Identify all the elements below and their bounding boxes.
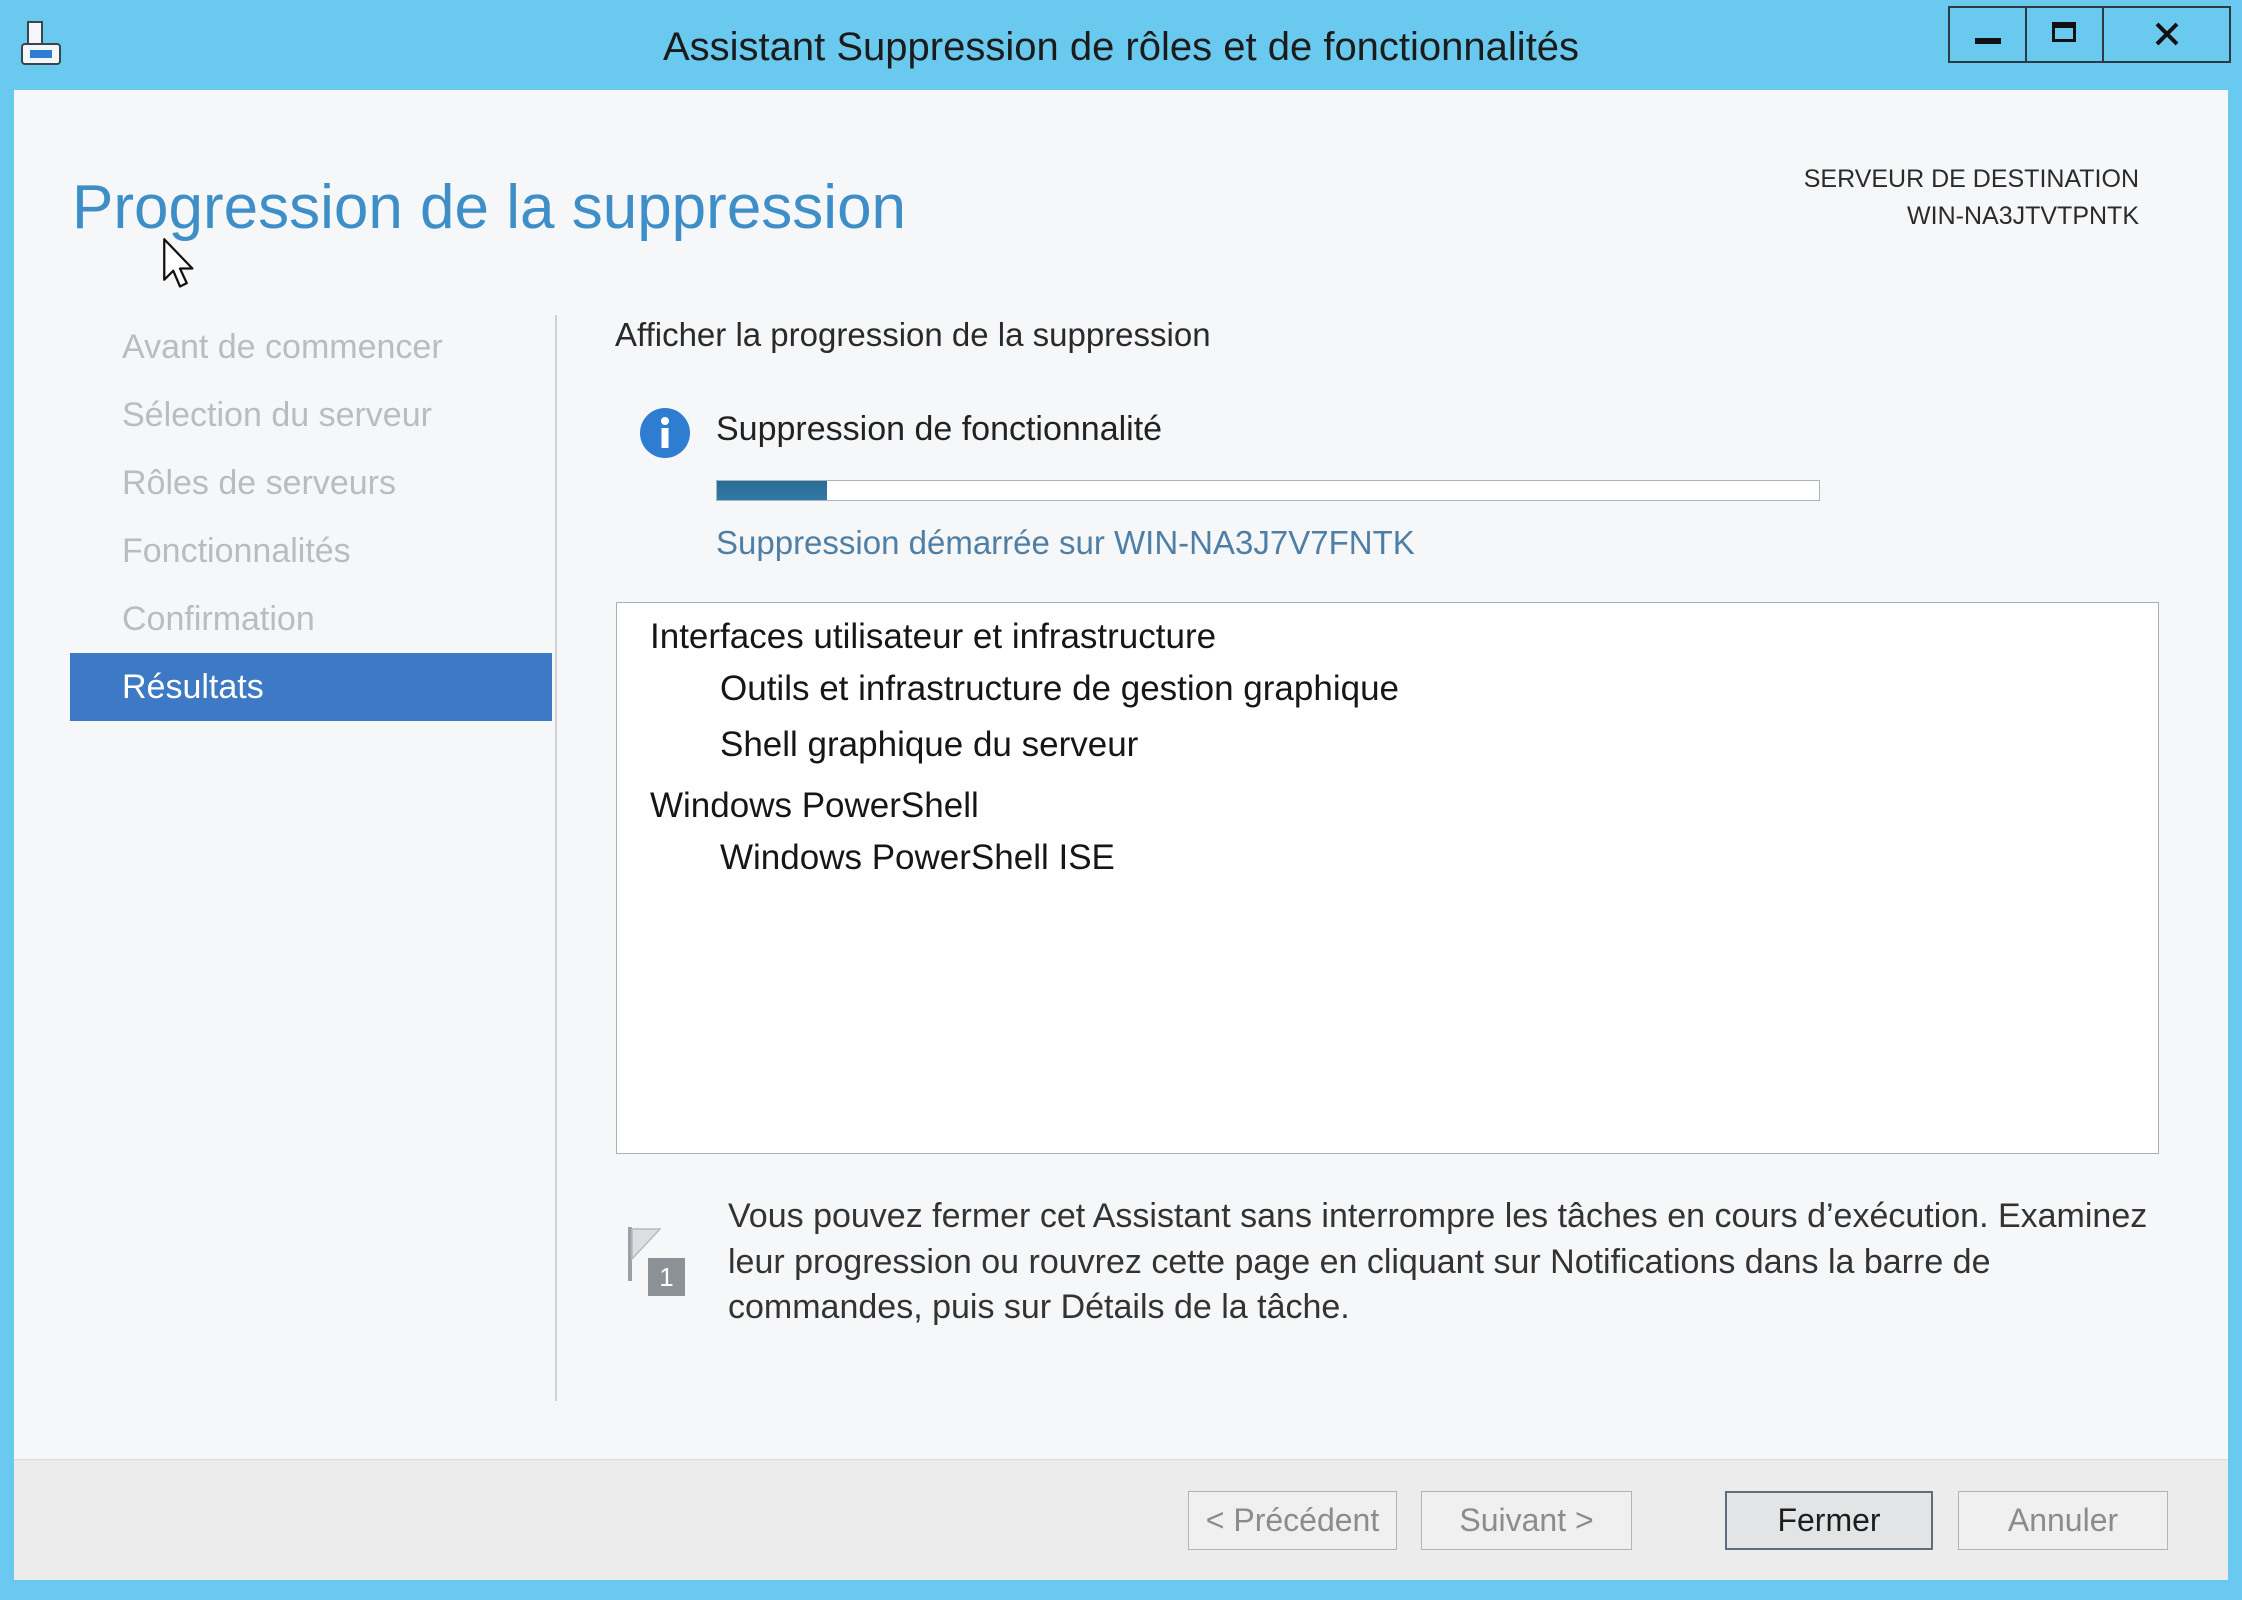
window-title: Assistant Suppression de rôles et de fon…: [662, 25, 1580, 69]
notice-line: leur progression ou rouvrez cette page e…: [728, 1242, 1991, 1281]
notification-flag-icon: 1: [625, 1227, 686, 1296]
close-icon: [2155, 22, 2179, 46]
notice-line: commandes, puis sur Détails de la tâche.: [728, 1288, 1350, 1326]
maximize-button[interactable]: [2025, 6, 2104, 63]
nav-item-selection-serveur[interactable]: Sélection du serveur: [70, 381, 552, 449]
feature-list: Interfaces utilisateur et infrastructure…: [616, 602, 2159, 1154]
minimize-icon: [1975, 38, 2001, 44]
nav-divider: [555, 315, 557, 1401]
task-title: Suppression de fonctionnalité: [716, 410, 1163, 448]
destination-server-info: SERVEUR DE DESTINATION WIN-NA3JTVTPNTK: [1804, 161, 2139, 235]
maximize-icon: [2052, 22, 2076, 42]
nav-item-resultats[interactable]: Résultats: [70, 653, 552, 721]
previous-button[interactable]: < Précédent: [1188, 1491, 1397, 1550]
section-heading: Afficher la progression de la suppressio…: [615, 316, 1211, 353]
feature-item: Windows PowerShell ISE: [720, 838, 1115, 877]
notice-line: Vous pouvez fermer cet Assistant sans in…: [728, 1197, 2148, 1235]
nav-item-avant-de-commencer[interactable]: Avant de commencer: [70, 313, 552, 381]
notice-text: Vous pouvez fermer cet Assistant sans in…: [728, 1194, 2147, 1331]
mouse-cursor-icon: [163, 238, 194, 288]
close-button[interactable]: Fermer: [1725, 1491, 1933, 1550]
cancel-button[interactable]: Annuler: [1958, 1491, 2168, 1550]
nav-item-roles-serveurs[interactable]: Rôles de serveurs: [70, 449, 552, 517]
progress-bar: [716, 480, 1820, 501]
page-title: Progression de la suppression: [72, 173, 907, 242]
task-status-message: Suppression démarrée sur WIN-NA3J7V7FNTK: [716, 524, 1415, 561]
close-window-button[interactable]: [2102, 6, 2231, 63]
nav-item-confirmation[interactable]: Confirmation: [70, 585, 552, 653]
title-bar[interactable]: Assistant Suppression de rôles et de fon…: [0, 0, 2242, 90]
progress-fill: [717, 481, 828, 500]
notification-badge: 1: [659, 1262, 674, 1292]
feature-group: Windows PowerShell: [650, 786, 979, 825]
feature-group: Interfaces utilisateur et infrastructure: [650, 617, 1217, 656]
info-icon: [640, 408, 690, 458]
destination-server-name: WIN-NA3JTVTPNTK: [1907, 202, 2139, 230]
next-button[interactable]: Suivant >: [1421, 1491, 1632, 1550]
destination-label: SERVEUR DE DESTINATION: [1803, 165, 2139, 193]
feature-item: Shell graphique du serveur: [720, 725, 1139, 764]
nav-item-fonctionnalites[interactable]: Fonctionnalités: [70, 517, 552, 585]
feature-item: Outils et infrastructure de gestion grap…: [720, 669, 1399, 708]
minimize-button[interactable]: [1948, 6, 2027, 63]
